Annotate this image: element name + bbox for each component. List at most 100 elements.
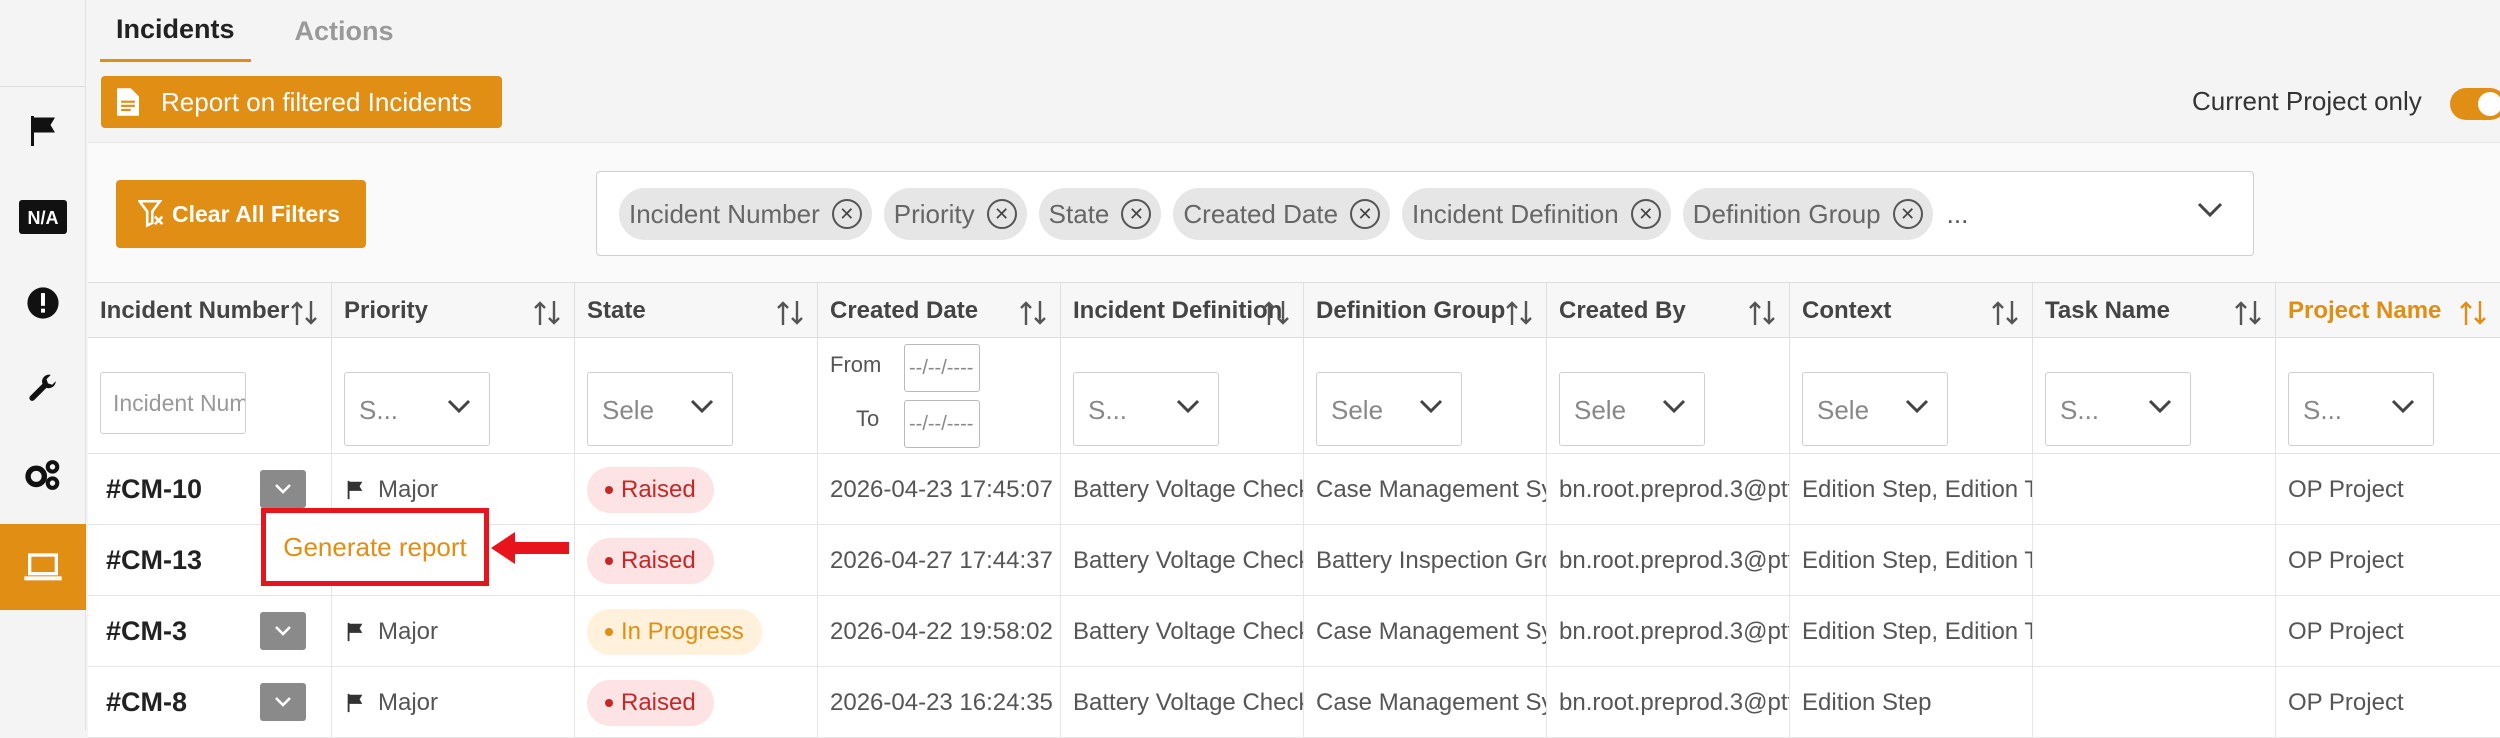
sort-icon[interactable] <box>1018 299 1048 327</box>
na-icon: N/A <box>19 200 67 234</box>
document-icon <box>117 88 139 116</box>
column-header[interactable]: Context <box>1789 283 2032 337</box>
sort-icon[interactable] <box>1747 299 1777 327</box>
filter-chip-label: State <box>1048 198 1110 229</box>
date-from-label: From <box>830 352 882 377</box>
cell-text: OP Project <box>2288 688 2404 716</box>
sidebar-divider <box>0 86 86 87</box>
column-header[interactable]: Definition Group <box>1303 283 1546 337</box>
select-value: S... <box>359 395 399 425</box>
filter-chip-select[interactable]: Incident Number ✕ Priority ✕ State ✕ Created D… <box>596 171 2254 256</box>
current-project-toggle[interactable] <box>2450 88 2500 120</box>
select-value: Sele <box>1331 395 1384 425</box>
filter-clear-icon <box>138 200 164 228</box>
gears-icon <box>25 460 60 490</box>
remove-chip-icon[interactable]: ✕ <box>1350 199 1381 229</box>
table-cell: Case Management System <box>1303 667 1546 738</box>
column-header-label: Context <box>1802 297 1892 324</box>
filter-cell: Sele <box>1789 338 2032 453</box>
column-header[interactable]: Created Date <box>817 283 1060 337</box>
table-cell: Raised <box>574 525 817 596</box>
chevron-down-icon <box>1905 399 1929 414</box>
table-filter-row: Incident Number S... Sele From --/--/---- To-… <box>88 338 2500 454</box>
column-header-label: Priority <box>344 297 429 324</box>
column-filter-select[interactable]: Sele <box>1559 372 1705 446</box>
table-cell: Raised <box>574 454 817 525</box>
status-dot <box>605 627 613 636</box>
table-cell: Raised <box>574 667 817 738</box>
cell-text: Case Management System <box>1316 688 1546 716</box>
sort-icon[interactable] <box>2233 299 2263 327</box>
sort-icon[interactable] <box>289 299 319 327</box>
status-label: In Progress <box>621 617 744 645</box>
incident-number-filter-input[interactable]: Incident Number <box>100 372 246 434</box>
filter-chip-label: Definition Group <box>1692 198 1881 229</box>
column-header[interactable]: Project Name <box>2275 283 2500 337</box>
sidebar-item-alerts[interactable] <box>0 260 86 346</box>
tab-actions[interactable]: Actions <box>279 0 410 62</box>
column-header-label: Task Name <box>2045 297 2170 324</box>
sort-icon[interactable] <box>2458 299 2488 327</box>
chevron-down-icon[interactable] <box>2197 202 2223 218</box>
column-header[interactable]: Incident Number <box>88 283 331 337</box>
table-cell: OP Project <box>2275 525 2500 596</box>
column-header[interactable]: Created By <box>1546 283 1789 337</box>
clear-filters-button[interactable]: Clear All Filters <box>116 180 366 248</box>
table-cell: bn.root.preprod.3@ptt <box>1546 667 1789 738</box>
sidebar-item-na[interactable]: N/A <box>0 174 86 260</box>
column-filter-select[interactable]: S... <box>2288 372 2434 446</box>
incident-number[interactable]: #CM-3 <box>106 616 187 647</box>
remove-chip-icon[interactable]: ✕ <box>1121 199 1152 229</box>
column-header[interactable]: State <box>574 283 817 337</box>
table-cell: Battery Voltage Check <box>1060 596 1303 667</box>
column-header[interactable]: Incident Definition <box>1060 283 1303 337</box>
column-filter-select[interactable]: Sele <box>587 372 733 446</box>
column-filter-select[interactable]: S... <box>2045 372 2191 446</box>
column-header-label: State <box>587 297 646 324</box>
date-to-label: To <box>856 406 880 431</box>
sort-icon[interactable] <box>775 299 805 327</box>
remove-chip-icon[interactable]: ✕ <box>986 199 1017 229</box>
remove-chip-icon[interactable]: ✕ <box>1892 199 1923 229</box>
table-cell: #CM-8 <box>88 667 331 738</box>
incident-number[interactable]: #CM-10 <box>106 474 202 505</box>
date-from-input[interactable]: --/--/---- <box>904 344 980 392</box>
filter-cell: From --/--/---- To --/--/---- <box>817 338 1060 453</box>
sort-icon[interactable] <box>1990 299 2020 327</box>
tab-incidents[interactable]: Incidents <box>100 0 251 62</box>
sort-icon[interactable] <box>1261 299 1291 327</box>
report-button-label: Report on filtered Incidents <box>161 86 472 117</box>
sidebar-item-incidents[interactable] <box>0 88 86 174</box>
table-row[interactable]: #CM-3 Major In Progress 2026-04-22 19:58:02… <box>88 596 2500 667</box>
sidebar-item-settings[interactable] <box>0 432 86 518</box>
column-filter-select[interactable]: S... <box>344 372 490 446</box>
incident-number[interactable]: #CM-13 <box>106 545 202 576</box>
column-filter-select[interactable]: S... <box>1073 372 1219 446</box>
column-header[interactable]: Task Name <box>2032 283 2275 337</box>
sort-icon[interactable] <box>532 299 562 327</box>
cell-text: bn.root.preprod.3@ptt <box>1559 475 1789 503</box>
incident-number[interactable]: #CM-8 <box>106 687 187 718</box>
sidebar-item-tools[interactable] <box>0 346 86 432</box>
remove-chip-icon[interactable]: ✕ <box>831 199 862 229</box>
column-filter-select[interactable]: Sele <box>1802 372 1948 446</box>
row-actions-button[interactable] <box>260 612 306 650</box>
filter-chip-list: Incident Number ✕ Priority ✕ State ✕ Created D… <box>619 188 1968 240</box>
pointer-arrow-icon <box>491 532 569 564</box>
column-header-label: Created By <box>1559 297 1686 324</box>
report-filtered-button[interactable]: Report on filtered Incidents <box>101 76 502 128</box>
sort-icon[interactable] <box>1504 299 1534 327</box>
table-cell <box>2032 596 2275 667</box>
column-filter-select[interactable]: Sele <box>1316 372 1462 446</box>
sidebar-item-reports[interactable] <box>0 524 86 610</box>
row-actions-button[interactable] <box>260 470 306 508</box>
generate-report-menu-item[interactable]: Generate report <box>261 508 489 586</box>
table-row[interactable]: #CM-8 Major Raised 2026-04-23 16:24:35 Batte… <box>88 667 2500 738</box>
filter-chip: State ✕ <box>1038 188 1162 240</box>
table-cell: bn.root.preprod.3@ptt <box>1546 596 1789 667</box>
remove-chip-icon[interactable]: ✕ <box>1630 199 1661 229</box>
date-to-input[interactable]: --/--/---- <box>904 400 980 448</box>
row-actions-button[interactable] <box>260 683 306 721</box>
chevron-down-icon <box>275 626 291 636</box>
column-header[interactable]: Priority <box>331 283 574 337</box>
